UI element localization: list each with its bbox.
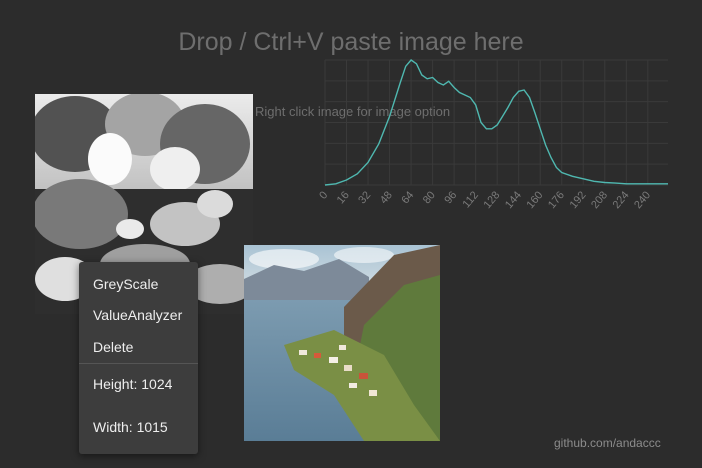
- context-menu: GreyScale ValueAnalyzer Delete Height: 1…: [79, 262, 198, 454]
- x-tick-label: 96: [442, 189, 459, 206]
- value-histogram: 0 16 32 48 64 80 96 112 128 144 160 176 192 208 224 240: [317, 59, 668, 211]
- x-tick-label: 48: [378, 189, 395, 206]
- menu-item-greyscale[interactable]: GreyScale: [93, 276, 158, 292]
- menu-divider: [79, 363, 198, 364]
- x-tick-label: 208: [589, 189, 610, 211]
- menu-item-value-analyzer[interactable]: ValueAnalyzer: [93, 307, 182, 323]
- x-tick-label: 128: [481, 189, 502, 211]
- x-tick-label: 16: [335, 189, 352, 206]
- x-tick-label: 224: [611, 189, 632, 211]
- x-tick-label: 176: [546, 189, 567, 211]
- drop-paste-title: Drop / Ctrl+V paste image here: [178, 28, 524, 56]
- menu-item-delete[interactable]: Delete: [93, 339, 133, 355]
- github-link[interactable]: github.com/andaccc: [554, 436, 661, 450]
- landscape-image[interactable]: [244, 245, 440, 441]
- x-tick-label: 144: [503, 189, 524, 211]
- x-tick-label: 112: [460, 189, 480, 210]
- x-tick-label: 160: [525, 189, 546, 211]
- x-tick-label: 240: [632, 189, 653, 211]
- x-tick-label: 0: [317, 189, 330, 201]
- x-tick-label: 64: [399, 189, 416, 206]
- x-tick-label: 192: [568, 189, 589, 211]
- x-tick-label: 32: [356, 189, 373, 206]
- width-info: Width: 1015: [93, 419, 168, 435]
- x-tick-label: 80: [421, 189, 438, 206]
- height-info: Height: 1024: [93, 376, 173, 392]
